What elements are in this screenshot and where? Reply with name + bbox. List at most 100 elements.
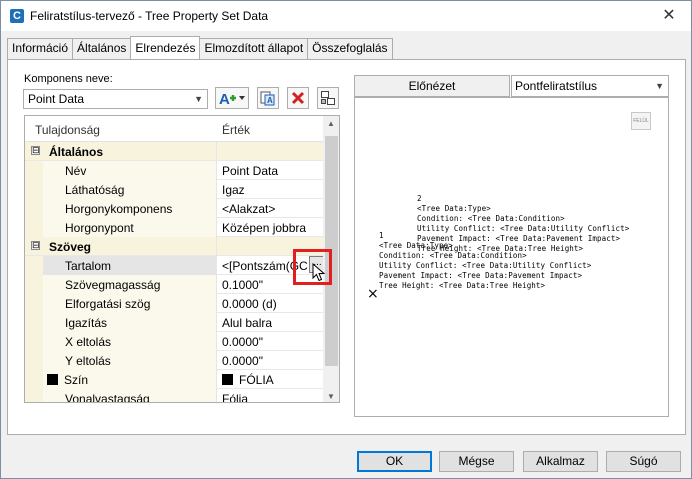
collapse-toggle-icon[interactable]: ⊟ [31, 241, 40, 250]
property-value[interactable]: FÓLIA [222, 373, 322, 387]
property-name: Szín [64, 373, 89, 387]
preview-label-line: 2 [417, 194, 422, 203]
property-row[interactable]: Név Point Data [25, 161, 323, 180]
window-title: Feliratstílus-tervező - Tree Property Se… [30, 9, 269, 23]
category-row[interactable]: ⊟ Szöveg [25, 237, 323, 256]
add-component-button[interactable]: A [215, 87, 249, 109]
property-row[interactable]: Igazítás Alul balra [25, 313, 323, 332]
preview-label-line: <Tree Data:Type> [417, 204, 491, 213]
property-name: Tartalom [65, 259, 112, 273]
apply-button[interactable]: Alkalmaz [523, 451, 598, 472]
draw-order-icon [321, 91, 335, 105]
scroll-down-icon[interactable]: ▼ [327, 392, 335, 401]
property-value[interactable]: Point Data [222, 164, 322, 178]
preview-tab[interactable]: Előnézet [354, 75, 510, 97]
dialog-footer: OK Mégse Alkalmaz Súgó [1, 441, 691, 479]
property-name: Elforgatási szög [65, 297, 151, 311]
row-gutter [25, 218, 43, 237]
component-name-select[interactable]: Point Data ▼ [23, 89, 208, 109]
column-separator [216, 313, 217, 332]
column-separator [216, 275, 217, 294]
color-swatch [47, 374, 58, 385]
property-name: Igazítás [65, 316, 108, 330]
property-row[interactable]: Láthatóság Igaz [25, 180, 323, 199]
row-gutter [25, 389, 43, 402]
component-name-value: Point Data [28, 92, 85, 106]
tab-altalanos[interactable]: Általános [72, 38, 132, 59]
property-row[interactable]: Tartalom <[Pontszám(GC... [25, 256, 326, 275]
ok-button[interactable]: OK [357, 451, 432, 472]
property-value[interactable]: 0.0000 (d) [222, 297, 322, 311]
tab-osszefoglalas[interactable]: Összefoglalás [307, 38, 393, 59]
property-value-text: FÓLIA [239, 373, 274, 387]
property-name: Általános [49, 145, 104, 159]
property-name: Név [65, 164, 87, 178]
copy-component-button[interactable]: A [257, 87, 279, 109]
property-name: Horgonypont [65, 221, 134, 235]
header-value: Érték [222, 123, 251, 137]
scroll-up-icon[interactable]: ▲ [327, 119, 335, 128]
copy-component-icon: A [260, 91, 275, 106]
property-value[interactable]: Igaz [222, 183, 322, 197]
help-button[interactable]: Súgó [606, 451, 681, 472]
column-separator [216, 351, 217, 370]
preview-style-select[interactable]: Pontfeliratstílus ▼ [511, 75, 669, 97]
dialog-window: C Feliratstílus-tervező - Tree Property … [0, 0, 692, 479]
column-separator [216, 142, 217, 161]
row-gutter [25, 199, 43, 218]
view-cube-icon[interactable]: FELÜL [631, 112, 651, 130]
tab-informacio[interactable]: Információ [7, 38, 74, 59]
color-swatch [222, 374, 233, 385]
mouse-cursor-icon [312, 263, 326, 282]
row-gutter [25, 275, 43, 294]
column-separator [216, 370, 217, 389]
preview-label-line: Utility Conflict: <Tree Data:Utility Con… [379, 261, 592, 270]
property-value[interactable]: <Alakzat> [222, 202, 322, 216]
property-row[interactable]: Vonalvastagság Fólia [25, 389, 323, 402]
property-value[interactable]: Alul balra [222, 316, 322, 330]
preview-label-line: <Tree Data:Type> [379, 241, 453, 250]
property-row[interactable]: X eltolás 0.0000" [25, 332, 323, 351]
draw-order-button[interactable] [317, 87, 339, 109]
column-separator [216, 389, 217, 402]
preview-label-line: Pavement Impact: <Tree Data:Pavement Imp… [379, 271, 583, 280]
preview-label-line: Condition: <Tree Data:Condition> [379, 251, 527, 260]
tab-elmozditott-allapot[interactable]: Elmozdított állapot [199, 38, 309, 59]
property-name: Y eltolás [65, 354, 111, 368]
column-separator [216, 161, 217, 180]
property-row[interactable]: Y eltolás 0.0000" [25, 351, 323, 370]
tab-strip: Információ Általános Elrendezés Elmozdít… [7, 36, 393, 59]
property-row[interactable]: Elforgatási szög 0.0000 (d) [25, 294, 323, 313]
preview-pane: FELÜL 2 <Tree Data:Type> Condition: <Tre… [354, 97, 669, 417]
row-gutter [25, 180, 43, 199]
close-button[interactable]: ✕ [657, 6, 681, 26]
property-value[interactable]: 0.0000" [222, 335, 322, 349]
property-row[interactable]: Szín FÓLIA [25, 370, 323, 389]
column-separator [216, 294, 217, 313]
preview-header: Előnézet Pontfeliratstílus ▼ [354, 75, 669, 97]
app-icon: C [10, 9, 24, 23]
category-row[interactable]: ⊟ Általános [25, 142, 323, 161]
collapse-toggle-icon[interactable]: ⊟ [31, 146, 40, 155]
property-value[interactable]: 0.0000" [222, 354, 322, 368]
cancel-button[interactable]: Mégse [439, 451, 514, 472]
property-row[interactable]: Szövegmagasság 0.1000" [25, 275, 323, 294]
row-gutter [25, 256, 43, 275]
tab-elrendezes[interactable]: Elrendezés [130, 36, 201, 59]
property-value[interactable]: Középen jobbra [222, 221, 322, 235]
property-row[interactable]: Horgonypont Középen jobbra [25, 218, 323, 237]
delete-component-button[interactable] [287, 87, 309, 109]
property-name: Láthatóság [65, 183, 125, 197]
property-name: X eltolás [65, 335, 112, 349]
property-value[interactable]: Fólia [222, 392, 322, 402]
row-gutter [25, 313, 43, 332]
title-bar: C Feliratstílus-tervező - Tree Property … [1, 1, 691, 31]
svg-text:A: A [219, 91, 230, 107]
property-name: Szöveg [49, 240, 92, 254]
property-row[interactable]: Horgonykomponens <Alakzat> [25, 199, 323, 218]
row-gutter [25, 161, 43, 180]
preview-label-line: 1 [379, 231, 384, 240]
delete-icon [291, 91, 305, 105]
preview-label-line: Tree Height: <Tree Data:Tree Height> [379, 281, 546, 290]
row-gutter [25, 294, 43, 313]
